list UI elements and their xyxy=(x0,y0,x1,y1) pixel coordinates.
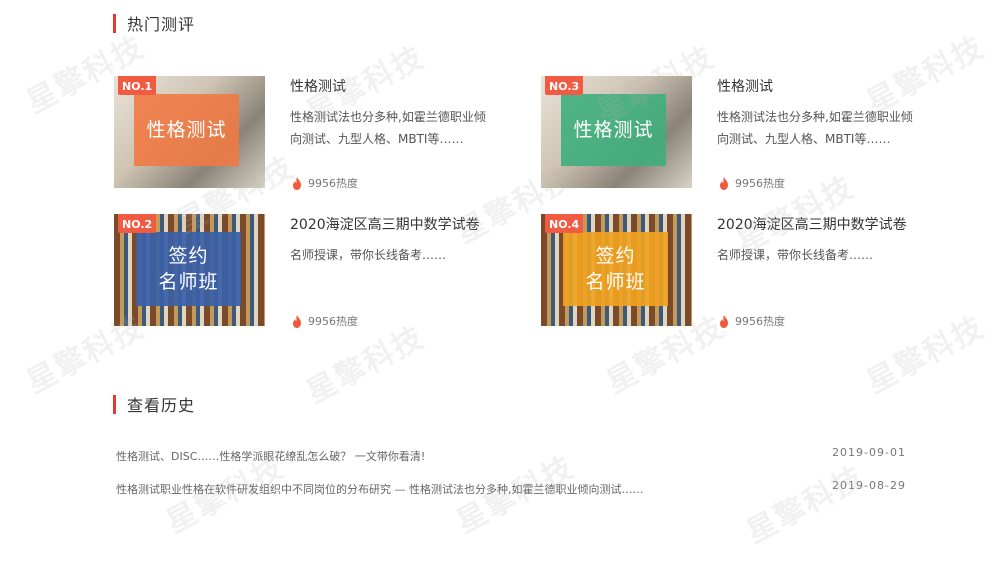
watermark-text: 星擎科技 xyxy=(740,459,871,551)
overlay-text: 性格测试 xyxy=(146,119,227,141)
heat-count: 9956热度 xyxy=(308,315,358,328)
history-item-date: 2019-08-29 xyxy=(832,479,906,492)
thumbnail-overlay: 签约 名师班 xyxy=(563,232,668,306)
card-title[interactable]: 性格测试 xyxy=(290,76,346,96)
overlay-text-line-2: 名师班 xyxy=(585,271,646,293)
card-title[interactable]: 2020海淀区高三期中数学试卷 xyxy=(290,214,480,234)
card-thumbnail[interactable]: 性格测试 NO.1 xyxy=(114,76,265,188)
test-card-2[interactable]: 签约 名师班 NO.2 2020海淀区高三期中数学试卷 名师授课，带你长线备考…… xyxy=(114,214,514,329)
rank-badge: NO.3 xyxy=(545,76,584,95)
rank-badge: NO.1 xyxy=(118,76,157,95)
thumbnail-overlay: 性格测试 xyxy=(561,94,666,166)
overlay-text-line-1: 签约 xyxy=(595,245,636,267)
history-section-header: 查看历史 xyxy=(113,392,195,416)
hot-section-header: 热门测评 xyxy=(113,11,195,35)
flame-icon xyxy=(720,176,728,190)
overlay-text-line-1: 签约 xyxy=(168,245,209,267)
card-description: 性格测试法也分多种,如霍兰德职业倾向测试、九型人格、MBTI等…… xyxy=(290,110,486,146)
heat-indicator: 9956热度 xyxy=(292,313,358,329)
flame-icon xyxy=(293,176,301,190)
section-accent-bar xyxy=(113,13,116,33)
card-title[interactable]: 2020海淀区高三期中数学试卷 xyxy=(717,214,907,234)
history-item-date: 2019-09-01 xyxy=(832,446,906,459)
test-card-3[interactable]: 性格测试 NO.3 性格测试 性格测试法也分多种,如霍兰德职业倾向测试、九型人格… xyxy=(541,76,941,191)
test-card-4[interactable]: 签约 名师班 NO.4 2020海淀区高三期中数学试卷 名师授课，带你长线备考…… xyxy=(541,214,941,329)
heat-count: 9956热度 xyxy=(735,315,785,328)
history-item[interactable]: 性格测试、DISC……性格学派眼花缭乱怎么破？ 一文带你看清! 2019-09-… xyxy=(116,446,906,464)
flame-icon xyxy=(293,314,301,328)
heat-count: 9956热度 xyxy=(735,177,785,190)
card-title[interactable]: 性格测试 xyxy=(717,76,773,96)
heat-indicator: 9956热度 xyxy=(719,313,785,329)
heat-indicator: 9956热度 xyxy=(292,175,358,191)
card-thumbnail[interactable]: 性格测试 NO.3 xyxy=(541,76,692,188)
thumbnail-overlay: 性格测试 xyxy=(134,94,239,166)
thumbnail-overlay: 签约 名师班 xyxy=(136,232,241,306)
heat-indicator: 9956热度 xyxy=(719,175,785,191)
test-card-1[interactable]: 性格测试 NO.1 性格测试 性格测试法也分多种,如霍兰德职业倾向测试、九型人格… xyxy=(114,76,514,191)
card-description: 名师授课，带你长线备考…… xyxy=(717,248,874,262)
card-thumbnail[interactable]: 签约 名师班 NO.2 xyxy=(114,214,265,326)
history-item-title[interactable]: 性格测试、DISC……性格学派眼花缭乱怎么破？ 一文带你看清! xyxy=(116,448,425,464)
history-item[interactable]: 性格测试职业性格在软件研发组织中不同岗位的分布研究 — 性格测试法也分多种,如霍… xyxy=(116,479,906,497)
card-description: 名师授课，带你长线备考…… xyxy=(290,248,447,262)
section-title: 查看历史 xyxy=(127,396,196,415)
heat-count: 9956热度 xyxy=(308,177,358,190)
rank-badge: NO.2 xyxy=(118,214,157,233)
section-accent-bar xyxy=(113,394,116,414)
section-title: 热门测评 xyxy=(127,15,196,34)
overlay-text-line-2: 名师班 xyxy=(158,271,219,293)
overlay-text: 性格测试 xyxy=(573,119,654,141)
rank-badge: NO.4 xyxy=(545,214,584,233)
card-description: 性格测试法也分多种,如霍兰德职业倾向测试、九型人格、MBTI等…… xyxy=(717,110,913,146)
history-item-title[interactable]: 性格测试职业性格在软件研发组织中不同岗位的分布研究 — 性格测试法也分多种,如霍… xyxy=(116,481,644,497)
flame-icon xyxy=(720,314,728,328)
card-thumbnail[interactable]: 签约 名师班 NO.4 xyxy=(541,214,692,326)
